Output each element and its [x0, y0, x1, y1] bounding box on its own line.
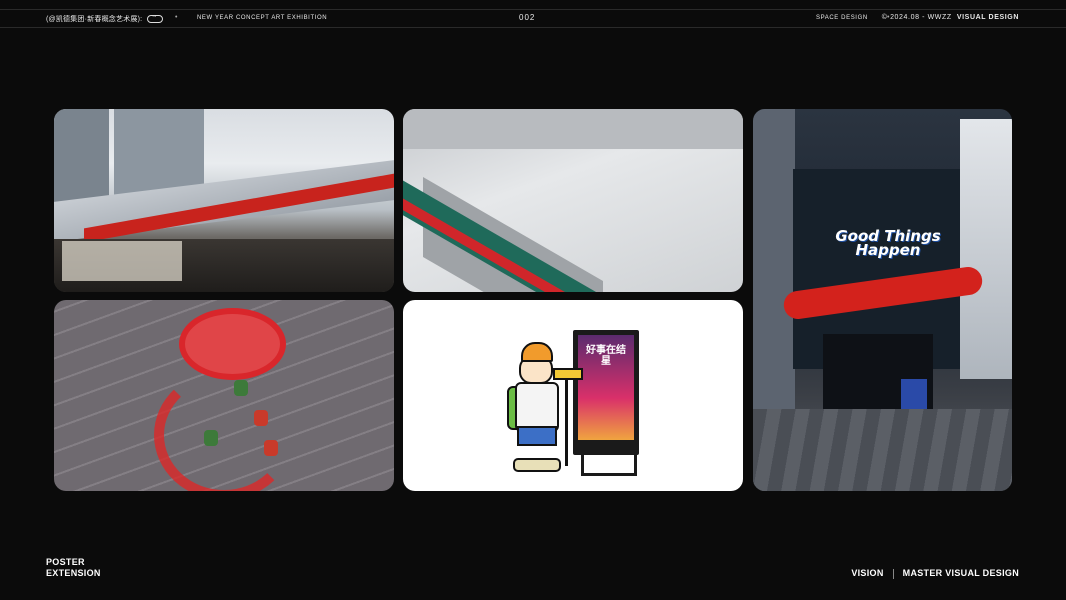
brand-text: VISUAL DESIGN	[956, 14, 1019, 21]
bullet-icon: •	[175, 14, 179, 21]
red-circle-graphic	[179, 308, 286, 380]
footer-left-line2: EXTENSION	[46, 568, 101, 578]
page-number: 002	[519, 13, 536, 22]
arrow-pill-icon	[147, 13, 164, 24]
pavement-shape	[753, 409, 1012, 491]
mascot-hat	[521, 342, 553, 362]
character-figure	[204, 430, 218, 446]
copyright-text: © 2024.08 - Wwzz	[881, 14, 952, 21]
storefront-shape	[62, 241, 182, 281]
character-figure	[264, 440, 278, 456]
ceiling-shape	[403, 109, 743, 149]
character-figure	[254, 410, 268, 426]
footer-right: VISION MASTER VISUAL DESIGN	[851, 568, 1019, 579]
footer-left: POSTER EXTENSION	[46, 557, 101, 579]
mascot-shorts	[517, 426, 557, 446]
footer-master: MASTER VISUAL DESIGN	[902, 568, 1019, 578]
stand-legs	[581, 455, 637, 476]
paint-roller	[553, 368, 583, 380]
red-swirl-graphic	[154, 370, 294, 491]
header-left-text: (@凯德集团·新春概念艺术展):	[46, 16, 143, 23]
image-building-entrance: Good Things Happen	[753, 109, 1012, 491]
ad-screen-shape	[960, 119, 1012, 379]
mascot-body	[515, 382, 559, 432]
good-things-line2: Happen	[855, 241, 921, 259]
divider	[892, 568, 894, 579]
character-figure	[234, 380, 248, 396]
good-things-text: Good Things Happen	[823, 229, 953, 259]
poster-text: 好事在结星	[586, 345, 626, 367]
image-stairs-graphic	[54, 300, 394, 491]
image-mascot-poster: 好事在结星	[403, 300, 743, 491]
footer-left-line1: POSTER	[46, 557, 85, 567]
roller-pole	[565, 376, 568, 466]
header-right: © 2024.08 - Wwzz VISUAL DESIGN	[882, 14, 1019, 21]
top-bar: (@凯德集团·新春概念艺术展): • NEW YEAR CONCEPT ART …	[0, 0, 1066, 28]
footer-vision: VISION	[851, 568, 884, 578]
image-escalator	[403, 109, 743, 292]
header-left: (@凯德集团·新春概念艺术展):	[46, 13, 164, 24]
header-section-label: SPACE DESIGN	[816, 15, 868, 21]
mascot-shoes	[513, 458, 561, 472]
header-center-text: NEW YEAR CONCEPT ART EXHIBITION	[197, 15, 328, 21]
image-mall-exterior	[54, 109, 394, 292]
